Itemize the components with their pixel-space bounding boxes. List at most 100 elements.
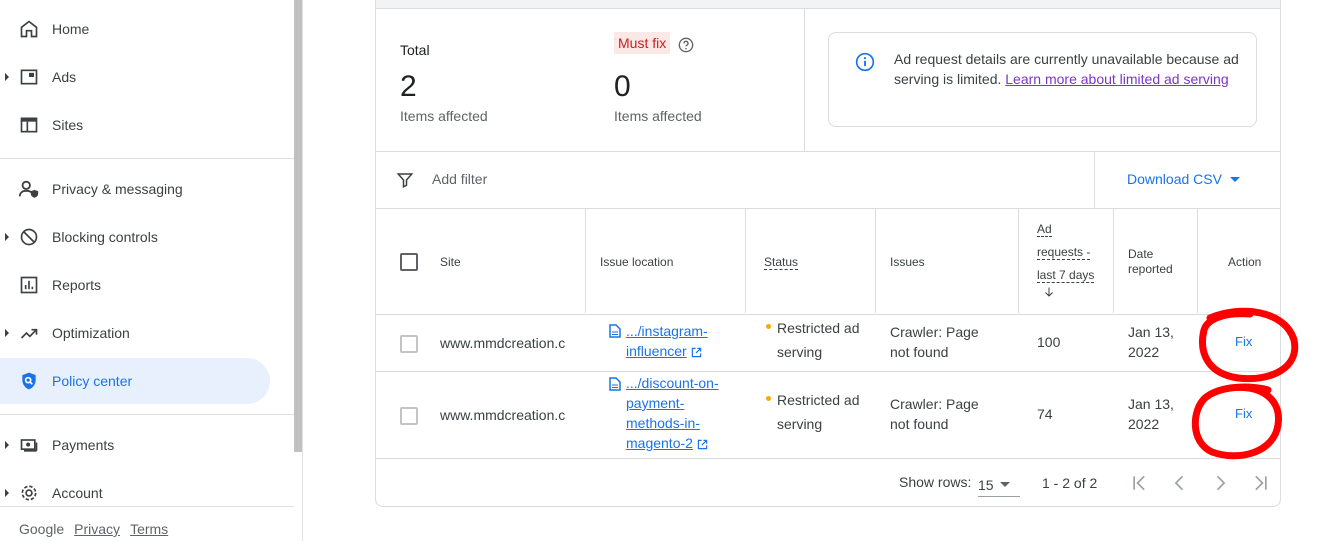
sidebar-item-home[interactable]: Home [0, 6, 270, 52]
row-site: www.mmdcreation.c [440, 335, 566, 351]
privacy-link[interactable]: Privacy [74, 521, 120, 537]
date-line: 2022 [1128, 416, 1160, 432]
issue-location-link[interactable]: .../instagram- influencer [626, 321, 708, 361]
sidebar-nav: Home Ads Sites Privacy & messaging Block… [0, 0, 303, 541]
fix-button[interactable]: Fix [1235, 334, 1252, 349]
divider [376, 314, 1280, 315]
pagination-range: 1 - 2 of 2 [1042, 475, 1098, 491]
issue-line: Crawler: Page [890, 324, 979, 340]
sidebar-item-label: Account [52, 485, 103, 501]
sidebar-item-account[interactable]: Account [0, 470, 270, 516]
reports-icon [18, 274, 40, 296]
row-checkbox[interactable] [400, 407, 418, 425]
column-divider [875, 208, 876, 313]
column-divider [1197, 208, 1198, 313]
divider [376, 151, 1280, 152]
info-icon [855, 52, 875, 72]
toolbar-divider [1094, 151, 1095, 208]
header-ad-requests[interactable]: Ad requests - last 7 days [1037, 220, 1107, 297]
download-csv-button[interactable]: Download CSV [1127, 171, 1240, 187]
select-all-checkbox[interactable] [400, 253, 418, 271]
header-ad-requests-line: Ad [1037, 222, 1052, 237]
row-issue: Crawler: Page not found [890, 322, 979, 362]
sidebar-item-label: Privacy & messaging [52, 181, 183, 197]
issue-line: not found [890, 416, 949, 432]
add-filter-input[interactable]: Add filter [432, 171, 487, 187]
external-link-icon [697, 439, 708, 450]
sidebar-item-blocking-controls[interactable]: Blocking controls [0, 214, 270, 260]
notice-text: Ad request details are currently unavail… [894, 49, 1239, 89]
sites-icon [18, 114, 40, 136]
sidebar-scrollbar[interactable] [294, 0, 302, 452]
sidebar-divider [0, 414, 294, 415]
show-rows-label: Show rows: [899, 474, 972, 490]
block-icon [18, 226, 40, 248]
sidebar-item-payments[interactable]: Payments [0, 422, 270, 468]
expand-arrow-icon [5, 329, 9, 337]
google-brand: Google [19, 521, 65, 537]
header-issue-location[interactable]: Issue location [600, 255, 673, 269]
date-line: Jan 13, [1128, 396, 1174, 412]
header-issues[interactable]: Issues [890, 255, 925, 269]
column-divider [1113, 208, 1114, 313]
location-line: .../discount-on- [626, 375, 719, 391]
document-icon [609, 324, 621, 338]
sidebar-item-label: Blocking controls [52, 229, 158, 245]
issue-line: not found [890, 344, 949, 360]
document-icon [609, 377, 621, 391]
last-page-icon[interactable] [1250, 473, 1270, 493]
trending-up-icon [18, 322, 40, 344]
sidebar-item-label: Optimization [52, 325, 130, 341]
date-line: 2022 [1128, 344, 1160, 360]
privacy-person-icon [18, 178, 40, 200]
mustfix-sub: Items affected [614, 108, 702, 124]
status-line: serving [777, 344, 823, 360]
header-site[interactable]: Site [440, 255, 461, 269]
sidebar-item-policy-center[interactable]: Policy center [0, 358, 270, 404]
prev-page-icon[interactable] [1170, 473, 1190, 493]
sidebar-item-sites[interactable]: Sites [0, 102, 270, 148]
mustfix-value: 0 [614, 70, 631, 103]
sidebar-divider [0, 158, 294, 159]
filter-icon[interactable] [396, 171, 414, 189]
help-icon[interactable] [678, 37, 694, 53]
issue-location-link[interactable]: .../discount-on- payment- methods-in- ma… [626, 373, 719, 453]
location-line: methods-in- [626, 415, 700, 431]
header-status[interactable]: Status [764, 255, 799, 270]
sidebar-item-label: Sites [52, 117, 84, 133]
sidebar-item-label: Home [52, 21, 90, 37]
next-page-icon[interactable] [1210, 473, 1230, 493]
column-divider [745, 208, 746, 313]
external-link-icon [691, 347, 701, 358]
issue-line: Crawler: Page [890, 396, 979, 412]
dropdown-caret-icon [1229, 176, 1240, 182]
column-divider [585, 208, 586, 313]
row-ad-requests: 100 [1037, 334, 1061, 350]
download-csv-label: Download CSV [1127, 171, 1222, 187]
header-ad-requests-line: requests - [1037, 245, 1091, 260]
header-date-line[interactable]: reported [1128, 262, 1173, 276]
gear-icon [18, 482, 40, 504]
status-dot [766, 396, 771, 401]
summary-divider [804, 9, 805, 151]
first-page-icon[interactable] [1130, 473, 1150, 493]
header-date-line[interactable]: Date [1128, 247, 1153, 261]
sidebar-item-reports[interactable]: Reports [0, 262, 270, 308]
terms-link[interactable]: Terms [130, 521, 168, 537]
learn-more-link[interactable]: Learn more about limited ad serving [1005, 71, 1228, 87]
date-line: Jan 13, [1128, 324, 1174, 340]
row-ad-requests: 74 [1037, 406, 1053, 422]
fix-button[interactable]: Fix [1235, 406, 1252, 421]
rows-per-page-select[interactable]: 15 [978, 473, 1020, 497]
row-checkbox[interactable] [400, 335, 418, 353]
location-line: magento-2 [626, 435, 693, 451]
sidebar-item-optimization[interactable]: Optimization [0, 310, 270, 356]
expand-arrow-icon [5, 441, 9, 449]
home-icon [18, 18, 40, 40]
divider [376, 371, 1280, 372]
sidebar-item-privacy-messaging[interactable]: Privacy & messaging [0, 166, 270, 212]
location-line: .../instagram- [626, 323, 708, 339]
header-action: Action [1228, 255, 1262, 269]
sidebar-item-label: Payments [52, 437, 115, 453]
sidebar-item-ads[interactable]: Ads [0, 54, 270, 100]
